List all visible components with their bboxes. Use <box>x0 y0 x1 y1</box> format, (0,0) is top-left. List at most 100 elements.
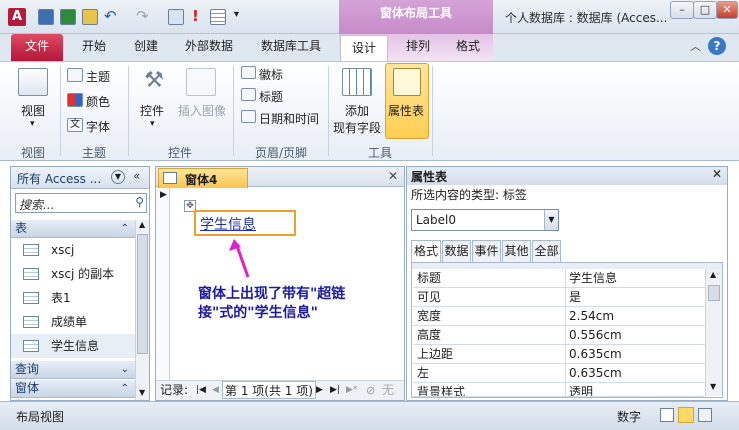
qat-customize-icon[interactable]: ▾ <box>234 9 239 20</box>
close-document-icon[interactable]: ✕ <box>388 169 398 183</box>
form-icon[interactable] <box>168 9 184 25</box>
layout-view-icon[interactable] <box>678 407 694 423</box>
tab-all-props[interactable]: 全部 <box>532 240 561 262</box>
undo-icon[interactable]: ↶ <box>104 7 117 25</box>
title-button[interactable]: 标题 <box>259 88 283 105</box>
add-fields-button-line2[interactable]: 现有字段 <box>333 119 381 136</box>
controls-group-label: 控件 <box>167 146 192 160</box>
scroll-down-icon[interactable]: ▼ <box>710 382 716 391</box>
hyperlink-label[interactable]: 学生信息 <box>194 210 296 236</box>
nav-pane-header[interactable]: 所有 Access ... ▼ « <box>11 167 149 189</box>
form-document: 窗体4 ✕ ▶ ✥ 学生信息 窗体上出现了带有"超链 接"式的"学生信息" 记录… <box>155 166 405 401</box>
ribbon-collapse-icon[interactable]: ︿ <box>690 38 701 54</box>
prev-record-icon[interactable]: ◀ <box>212 381 219 400</box>
filter-status[interactable]: 无 <box>382 381 394 400</box>
logo-button[interactable]: 徽标 <box>259 66 283 83</box>
nav-item-student-info[interactable]: 学生信息 <box>11 334 135 358</box>
theme-button[interactable]: 主题 <box>86 68 110 85</box>
redo-icon[interactable]: ↷ <box>136 7 149 25</box>
scroll-thumb[interactable] <box>137 234 148 354</box>
controls-dropdown-icon[interactable]: ▾ <box>150 119 155 129</box>
table-icon <box>23 316 39 328</box>
view-button[interactable]: 视图 <box>21 102 45 119</box>
scroll-up-icon[interactable]: ▲ <box>139 220 145 229</box>
close-button[interactable]: ✕ <box>716 1 738 19</box>
controls-button[interactable]: 控件 <box>140 102 164 119</box>
chevron-down-icon[interactable]: ▼ <box>544 210 558 230</box>
object-selector[interactable]: Label0 ▼ <box>411 209 559 231</box>
close-property-sheet-icon[interactable]: ✕ <box>712 167 722 181</box>
add-fields-button[interactable]: 添加 <box>345 102 369 119</box>
edit-icon[interactable] <box>82 9 98 25</box>
view-dropdown-icon[interactable]: ▾ <box>30 119 35 129</box>
tab-format-props[interactable]: 格式 <box>411 240 441 262</box>
next-record-icon[interactable]: ▶ <box>316 381 323 400</box>
excel-export-icon[interactable] <box>60 9 76 25</box>
color-button[interactable]: 颜色 <box>86 93 110 110</box>
section-forms[interactable]: 窗体 ⌃ <box>11 380 135 398</box>
property-sheet-header: 属性表 ✕ <box>407 167 727 185</box>
maximize-button[interactable]: □ <box>693 1 717 19</box>
save-icon[interactable] <box>38 9 54 25</box>
document-tab[interactable]: 窗体4 <box>158 168 248 188</box>
datetime-button[interactable]: 日期和时间 <box>259 110 319 127</box>
nav-item-grades[interactable]: 成绩单 <box>11 310 135 334</box>
section-collapse-icon[interactable]: ⌃ <box>121 220 129 237</box>
property-row-back-style[interactable]: 背景样式 透明 <box>413 383 705 397</box>
property-row-width[interactable]: 宽度 2.54cm <box>413 307 705 326</box>
last-record-icon[interactable]: ▶| <box>330 381 340 400</box>
record-selector[interactable]: ▶ <box>156 188 170 380</box>
section-queries[interactable]: 查询 ⌄ <box>11 361 135 379</box>
access-app-icon[interactable]: A <box>8 8 26 26</box>
property-row-caption[interactable]: 标题 学生信息 <box>413 269 705 288</box>
property-row-visible[interactable]: 可见是 <box>413 288 705 307</box>
separator <box>128 66 129 156</box>
nav-scrollbar[interactable]: ▲ ▼ <box>135 220 149 400</box>
tab-data-props[interactable]: 数据 <box>442 240 471 262</box>
tab-arrange[interactable]: 排列 <box>396 34 440 61</box>
tab-external-data[interactable]: 外部数据 <box>176 34 242 61</box>
collapse-pane-icon[interactable]: « <box>133 169 140 183</box>
tab-file[interactable]: 文件 <box>11 34 63 61</box>
alert-icon[interactable]: ! <box>192 7 199 25</box>
insert-image-button[interactable]: 插入图像 <box>178 102 226 119</box>
help-icon[interactable]: ? <box>708 37 726 55</box>
tab-design[interactable]: 设计 <box>340 35 388 62</box>
scroll-down-icon[interactable]: ▼ <box>139 388 145 397</box>
search-placeholder: 搜索... <box>19 198 55 212</box>
first-record-icon[interactable]: |◀ <box>196 381 206 400</box>
nav-item-xscj-copy[interactable]: xscj 的副本 <box>11 262 135 286</box>
record-navigation-bar: 记录: |◀ ◀ 第 1 项(共 1 项) ▶ ▶| ▶* ⊘ 无 <box>156 380 404 400</box>
tab-create[interactable]: 创建 <box>124 34 168 61</box>
property-row-height[interactable]: 高度 0.556cm <box>413 326 705 345</box>
nav-item-xscj[interactable]: xscj <box>11 238 135 262</box>
filter-icon: ⊘ <box>366 384 376 397</box>
section-collapse-icon[interactable]: ⌃ <box>121 380 129 397</box>
table-icon[interactable] <box>210 9 226 25</box>
property-scrollbar[interactable]: ▲ ▼ <box>705 269 722 396</box>
scroll-thumb[interactable] <box>708 285 720 301</box>
nav-menu-icon[interactable]: ▼ <box>111 170 125 184</box>
property-row-left[interactable]: 左 0.635cm <box>413 364 705 383</box>
section-tables[interactable]: 表 ⌃ <box>11 220 135 238</box>
property-row-top[interactable]: 上边距 0.635cm <box>413 345 705 364</box>
search-input[interactable]: 搜索... ⚲ <box>15 193 147 213</box>
minimize-button[interactable]: – <box>670 1 694 19</box>
insert-image-icon <box>186 68 216 96</box>
form-icon <box>163 172 177 184</box>
nav-item-table1[interactable]: 表1 <box>11 286 135 310</box>
form-view-icon[interactable] <box>660 408 674 422</box>
tab-home[interactable]: 开始 <box>72 34 116 61</box>
tab-format[interactable]: 格式 <box>446 34 490 61</box>
tab-other-props[interactable]: 其他 <box>502 240 531 262</box>
scroll-up-icon[interactable]: ▲ <box>710 270 716 279</box>
section-expand-icon[interactable]: ⌄ <box>121 361 129 378</box>
color-icon <box>67 93 83 107</box>
design-view-icon[interactable] <box>698 408 712 422</box>
new-record-icon[interactable]: ▶* <box>346 381 357 400</box>
record-position-input[interactable]: 第 1 项(共 1 项) <box>222 381 316 399</box>
font-button[interactable]: 字体 <box>86 118 110 135</box>
search-icon[interactable]: ⚲ <box>135 195 144 209</box>
tab-event-props[interactable]: 事件 <box>472 240 501 262</box>
tab-database-tools[interactable]: 数据库工具 <box>252 34 330 61</box>
